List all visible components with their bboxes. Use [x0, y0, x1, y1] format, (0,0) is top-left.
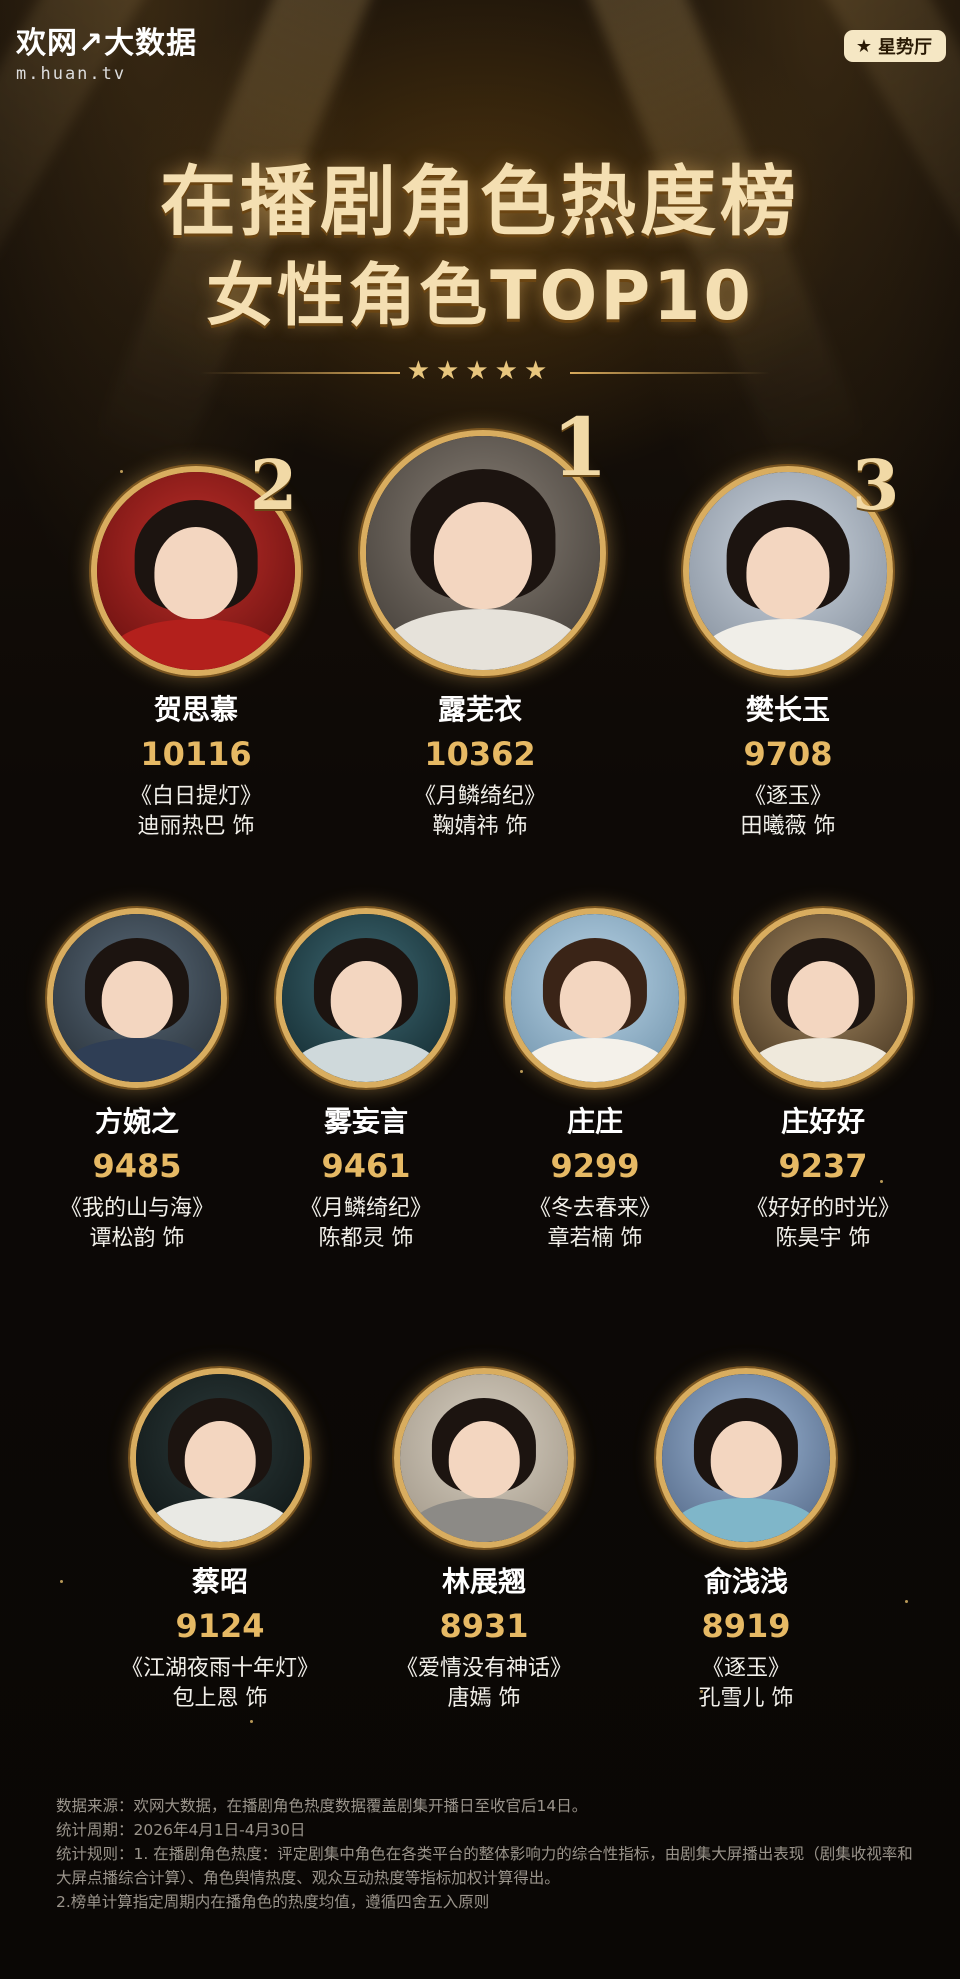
heat-score: 9461 — [321, 1147, 411, 1185]
sparkle — [60, 1580, 63, 1583]
avatar — [394, 1368, 574, 1548]
ranking-card-5: 雾妄言 9461 《月鳞绮纪》 陈都灵 饰 — [246, 908, 486, 1254]
brand-logo: 欢网↗大数据 m.huan.tv — [16, 18, 197, 84]
heat-score: 9485 — [92, 1147, 182, 1185]
ranking-card-4: 方婉之 9485 《我的山与海》 谭松韵 饰 — [17, 908, 257, 1254]
avatar — [130, 1368, 310, 1548]
badge-label: 星势厅 — [878, 37, 932, 58]
actor-name: 谭松韵 饰 — [89, 1226, 185, 1251]
avatar — [276, 908, 456, 1088]
divider-left — [200, 372, 400, 374]
divider-right — [570, 372, 770, 374]
actor-name: 陈昊宇 饰 — [775, 1226, 871, 1251]
character-name: 樊长玉 — [745, 693, 830, 726]
character-name: 蔡昭 — [191, 1565, 248, 1598]
heat-score: 9237 — [778, 1147, 868, 1185]
avatar — [733, 908, 913, 1088]
show-title: 《好好的时光》 — [745, 1196, 900, 1221]
character-name: 方婉之 — [94, 1105, 179, 1138]
show-title: 《月鳞绮纪》 — [413, 784, 546, 809]
actor-name: 陈都灵 饰 — [318, 1226, 414, 1251]
data-source-note: 数据来源：欢网大数据，在播剧角色热度数据覆盖剧集开播日至收官后14日。 — [56, 1797, 588, 1815]
character-name: 俞浅浅 — [703, 1565, 788, 1598]
heat-score: 8931 — [439, 1607, 529, 1645]
character-name: 露芜衣 — [437, 693, 522, 726]
heat-score: 8919 — [701, 1607, 791, 1645]
actor-name: 鞠婧祎 饰 — [432, 814, 528, 839]
stars-row-icon: ★★★★★ — [406, 356, 554, 386]
heat-score: 10362 — [424, 735, 536, 773]
rank-number-2: 2 — [250, 446, 298, 526]
actor-name: 田曦薇 饰 — [740, 814, 836, 839]
character-name: 庄好好 — [780, 1105, 865, 1138]
ranking-card-7: 庄好好 9237 《好好的时光》 陈昊宇 饰 — [703, 908, 943, 1254]
sparkle — [905, 1600, 908, 1603]
show-title: 《逐玉》 — [701, 1656, 790, 1681]
heat-score: 9124 — [175, 1607, 265, 1645]
rule-note-1: 统计规则：1. 在播剧角色热度：评定剧集中角色在各类平台的整体影响力的综合性指标… — [56, 1845, 913, 1887]
actor-name: 孔雪儿 饰 — [698, 1686, 794, 1711]
star-icon: ★ — [855, 35, 872, 57]
sparkle — [250, 1720, 253, 1723]
page-title: 在播剧角色热度榜 — [160, 157, 800, 246]
channel-badge: ★ 星势厅 — [843, 30, 946, 62]
show-title: 《月鳞绮纪》 — [299, 1196, 432, 1221]
character-name: 雾妄言 — [323, 1105, 408, 1138]
actor-name: 包上恩 饰 — [172, 1686, 268, 1711]
footer-notes: 数据来源：欢网大数据，在播剧角色热度数据覆盖剧集开播日至收官后14日。 统计周期… — [56, 1794, 926, 1914]
show-title: 《冬去春来》 — [528, 1196, 661, 1221]
show-title: 《江湖夜雨十年灯》 — [120, 1656, 319, 1681]
period-note: 统计周期：2026年4月1日-4月30日 — [56, 1821, 306, 1839]
show-title: 《爱情没有神话》 — [395, 1656, 572, 1681]
show-title: 《逐玉》 — [743, 784, 832, 809]
ranking-card-8: 蔡昭 9124 《江湖夜雨十年灯》 包上恩 饰 — [100, 1368, 340, 1714]
show-title: 《白日提灯》 — [129, 784, 262, 809]
rank-number-1: 1 — [552, 400, 608, 494]
avatar — [47, 908, 227, 1088]
character-name: 贺思慕 — [153, 693, 238, 726]
actor-name: 唐嫣 饰 — [447, 1686, 521, 1711]
brand-url: m.huan.tv — [16, 64, 127, 84]
brand-name: 欢网↗大数据 — [16, 26, 198, 61]
avatar — [656, 1368, 836, 1548]
rank-number-3: 3 — [852, 446, 900, 526]
heat-score: 9708 — [743, 735, 833, 773]
rule-note-2: 2.榜单计算指定周期内在播角色的热度均值，遵循四舍五入原则 — [56, 1893, 490, 1911]
avatar — [505, 908, 685, 1088]
heat-score: 10116 — [140, 735, 252, 773]
page-subtitle: 女性角色TOP10 — [206, 257, 754, 336]
ranking-card-6: 庄庄 9299 《冬去春来》 章若楠 饰 — [475, 908, 715, 1254]
heat-score: 9299 — [550, 1147, 640, 1185]
character-name: 林展翘 — [441, 1565, 526, 1598]
ranking-card-9: 林展翘 8931 《爱情没有神话》 唐嫣 饰 — [364, 1368, 604, 1714]
character-name: 庄庄 — [566, 1105, 623, 1138]
actor-name: 迪丽热巴 饰 — [137, 814, 255, 839]
actor-name: 章若楠 饰 — [547, 1226, 643, 1251]
show-title: 《我的山与海》 — [59, 1196, 214, 1221]
ranking-card-10: 俞浅浅 8919 《逐玉》 孔雪儿 饰 — [626, 1368, 866, 1714]
